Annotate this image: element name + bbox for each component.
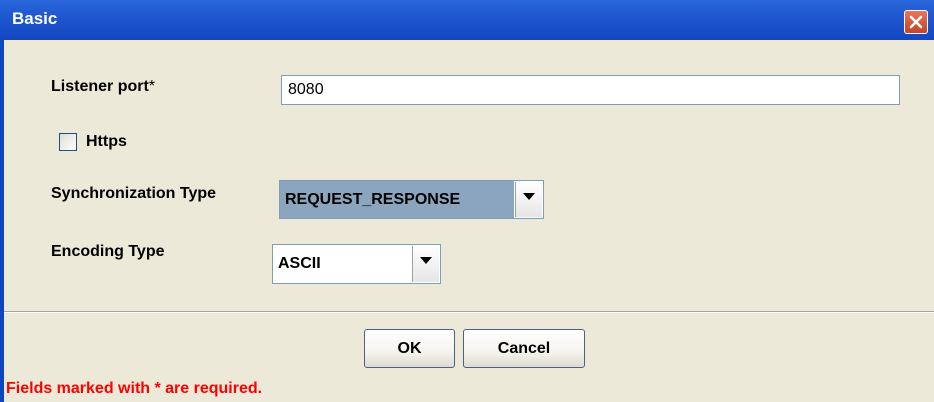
required-fields-note: Fields marked with * are required. bbox=[6, 380, 263, 397]
cancel-button[interactable]: Cancel bbox=[463, 329, 585, 368]
sync-type-dropdown-button[interactable] bbox=[515, 182, 542, 217]
basic-dialog: Basic Listener port* Https Synchronizati… bbox=[0, 0, 934, 402]
chevron-down-icon bbox=[523, 193, 535, 200]
https-label[interactable]: Https bbox=[86, 133, 127, 151]
sync-type-value: REQUEST_RESPONSE bbox=[280, 181, 514, 218]
divider-highlight bbox=[4, 312, 934, 313]
required-marker: * bbox=[148, 78, 156, 95]
https-checkbox[interactable] bbox=[59, 133, 77, 151]
encoding-type-value: ASCII bbox=[278, 255, 321, 272]
close-button[interactable] bbox=[904, 10, 928, 34]
dialog-title: Basic bbox=[12, 9, 58, 28]
sync-type-select[interactable]: REQUEST_RESPONSE bbox=[279, 180, 544, 219]
chevron-down-icon bbox=[420, 257, 432, 264]
listener-port-label: Listener port* bbox=[51, 78, 156, 95]
encoding-type-dropdown-button[interactable] bbox=[412, 246, 439, 282]
encoding-type-label: Encoding Type bbox=[51, 243, 165, 260]
sync-type-label: Synchronization Type bbox=[51, 185, 217, 202]
encoding-type-select[interactable]: ASCII bbox=[272, 244, 441, 284]
listener-port-input[interactable] bbox=[281, 75, 900, 105]
close-icon bbox=[909, 15, 923, 29]
ok-button[interactable]: OK bbox=[364, 329, 455, 368]
title-bar[interactable]: Basic bbox=[0, 0, 934, 40]
